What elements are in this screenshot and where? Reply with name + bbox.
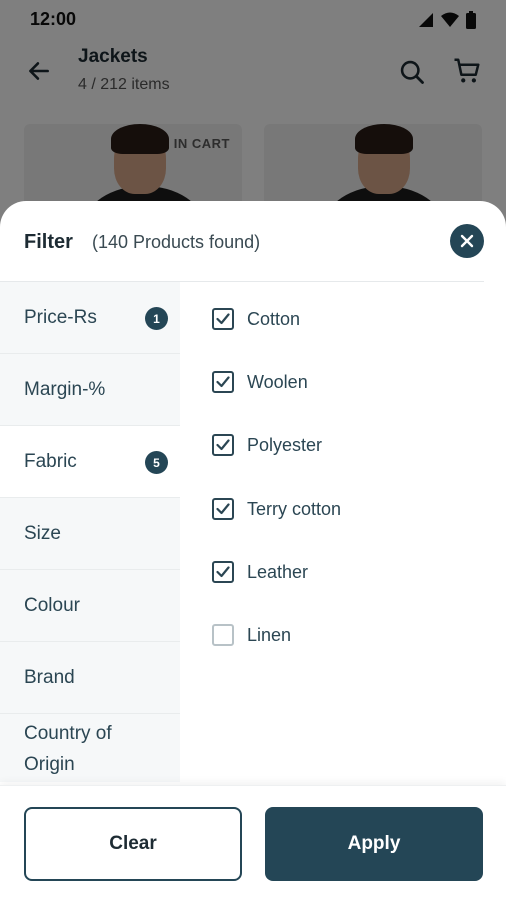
- category-label: Brand: [24, 666, 75, 688]
- option-woolen[interactable]: Woolen: [212, 362, 308, 402]
- category-label: Country of Origin: [24, 723, 112, 775]
- category-count-badge: 1: [145, 307, 168, 330]
- check-icon: [216, 503, 230, 515]
- checkbox-unchecked[interactable]: [212, 624, 234, 646]
- option-label: Terry cotton: [247, 498, 342, 519]
- category-fabric[interactable]: Fabric 5: [0, 426, 180, 498]
- products-found-count: (140 Products found): [92, 232, 261, 252]
- option-polyester[interactable]: Polyester: [212, 425, 322, 465]
- category-size[interactable]: Size: [0, 498, 180, 570]
- category-price[interactable]: Price-Rs 1: [0, 282, 180, 354]
- option-label: Leather: [247, 561, 309, 582]
- check-icon: [216, 376, 230, 388]
- category-label: Price-Rs: [24, 306, 97, 328]
- option-label: Cotton: [247, 308, 301, 329]
- filter-header: Filter (140 Products found): [0, 201, 506, 281]
- close-button[interactable]: [450, 224, 484, 258]
- clear-button[interactable]: Clear: [24, 807, 242, 881]
- category-label: Colour: [24, 594, 80, 616]
- category-label: Fabric: [24, 450, 77, 472]
- category-margin[interactable]: Margin-%: [0, 354, 180, 426]
- apply-button[interactable]: Apply: [265, 807, 483, 881]
- option-label: Linen: [247, 624, 292, 645]
- option-leather[interactable]: Leather: [212, 552, 308, 592]
- checkbox-checked[interactable]: [212, 561, 234, 583]
- filter-footer: Clear Apply: [0, 785, 506, 900]
- close-icon: [460, 234, 474, 248]
- option-cotton[interactable]: Cotton: [212, 299, 300, 339]
- category-colour[interactable]: Colour: [0, 570, 180, 642]
- check-icon: [216, 313, 230, 325]
- checkbox-checked[interactable]: [212, 434, 234, 456]
- option-label: Polyester: [247, 434, 323, 455]
- filter-title: Filter: [24, 231, 73, 253]
- checkbox-checked[interactable]: [212, 371, 234, 393]
- category-label: Margin-%: [24, 378, 106, 400]
- checkbox-checked[interactable]: [212, 308, 234, 330]
- category-country-of-origin[interactable]: Country of Origin: [0, 714, 180, 790]
- filter-sheet: Filter (140 Products found) Price-Rs 1 M…: [0, 201, 506, 900]
- category-count-badge: 5: [145, 451, 168, 474]
- option-label: Woolen: [247, 371, 308, 392]
- check-icon: [216, 566, 230, 578]
- category-brand[interactable]: Brand: [0, 642, 180, 714]
- check-icon: [216, 439, 230, 451]
- filter-categories: Price-Rs 1 Margin-% Fabric 5 Size Colour…: [0, 282, 180, 782]
- checkbox-checked[interactable]: [212, 498, 234, 520]
- category-label: Size: [24, 522, 61, 544]
- option-terry-cotton[interactable]: Terry cotton: [212, 489, 341, 529]
- option-linen[interactable]: Linen: [212, 615, 291, 655]
